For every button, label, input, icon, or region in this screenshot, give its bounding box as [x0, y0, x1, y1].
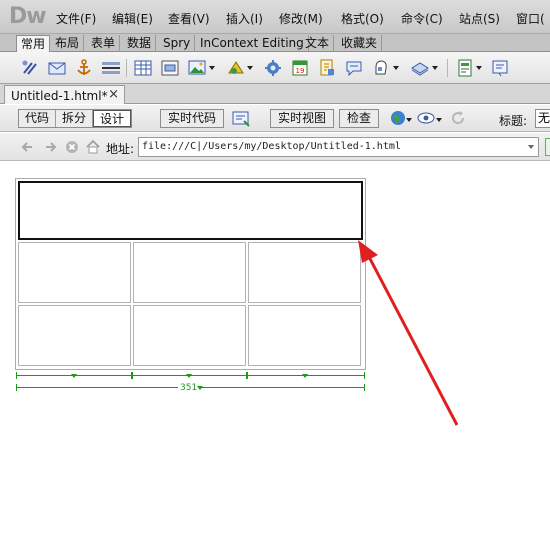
browser-compat-icon[interactable] — [231, 108, 251, 128]
table-cell[interactable] — [133, 305, 246, 366]
table-icon[interactable] — [133, 58, 153, 78]
preview-in-browser-icon[interactable] — [388, 108, 408, 128]
server-include-icon[interactable] — [317, 58, 337, 78]
design-table[interactable] — [15, 178, 366, 370]
comment-icon[interactable] — [344, 58, 364, 78]
preview-dropdown-icon[interactable] — [406, 118, 412, 122]
width-tick — [16, 384, 17, 391]
tab-layout[interactable]: 布局 — [51, 35, 85, 52]
head-dropdown-icon[interactable] — [393, 66, 399, 70]
document-toolbar: 代码 拆分 设计 实时代码 实时视图 检查 标题: 无 — [0, 105, 550, 132]
menu-commands[interactable]: 命令(C) — [401, 10, 443, 27]
visual-aids-icon[interactable] — [416, 108, 436, 128]
visual-aids-dropdown-icon[interactable] — [436, 118, 442, 122]
tab-text[interactable]: 文本 — [301, 35, 335, 52]
toolbar-separator — [126, 59, 127, 77]
home-icon[interactable] — [85, 139, 101, 155]
address-label: 地址: — [106, 142, 135, 156]
width-tick — [247, 372, 248, 379]
menu-site[interactable]: 站点(S) — [459, 10, 500, 27]
view-mode-group: 代码 拆分 设计 — [18, 109, 133, 128]
width-tick — [16, 372, 17, 379]
menu-format[interactable]: 格式(O) — [341, 10, 384, 27]
hyperlink-icon[interactable] — [20, 58, 40, 78]
column-header-menu-icon[interactable] — [302, 374, 308, 378]
tab-spry[interactable]: Spry — [159, 35, 196, 52]
design-canvas[interactable]: 351 — [0, 162, 550, 550]
width-tick — [132, 372, 133, 379]
date-icon[interactable]: 19 — [290, 58, 310, 78]
horizontal-rule-icon[interactable] — [101, 58, 121, 78]
tab-common[interactable]: 常用 — [16, 35, 51, 53]
named-anchor-icon[interactable] — [74, 58, 94, 78]
menu-edit[interactable]: 编辑(E) — [112, 10, 153, 27]
script-dropdown-icon[interactable] — [432, 66, 438, 70]
column-header-menu-icon[interactable] — [186, 374, 192, 378]
tab-forms[interactable]: 表单 — [87, 35, 121, 52]
svg-text:19: 19 — [296, 67, 305, 75]
column-header-menu-icon[interactable] — [71, 374, 77, 378]
address-input[interactable]: file:///C|/Users/my/Desktop/Untitled-1.h… — [138, 137, 539, 157]
templates-dropdown-icon[interactable] — [476, 66, 482, 70]
address-go-icon[interactable] — [545, 138, 550, 156]
inspect-button[interactable]: 检查 — [339, 109, 380, 128]
address-dropdown-icon[interactable] — [525, 139, 537, 155]
title-label: 标题: — [499, 114, 528, 128]
image-icon[interactable] — [187, 58, 207, 78]
media-icon[interactable] — [226, 58, 246, 78]
email-link-icon[interactable] — [47, 58, 67, 78]
refresh-icon[interactable] — [448, 108, 468, 128]
address-bar: 地址: file:///C|/Users/my/Desktop/Untitled… — [0, 133, 550, 161]
menu-window[interactable]: 窗口( — [516, 10, 545, 27]
script-icon[interactable] — [410, 58, 430, 78]
document-tab[interactable]: Untitled-1.html* × — [4, 85, 125, 104]
width-tick — [364, 384, 365, 391]
back-arrow-icon[interactable] — [20, 139, 36, 155]
live-code-button[interactable]: 实时代码 — [160, 109, 225, 128]
templates-icon[interactable] — [455, 58, 475, 78]
tag-chooser-icon[interactable] — [490, 58, 510, 78]
head-icon[interactable] — [371, 58, 391, 78]
code-view-button[interactable]: 代码 — [19, 110, 57, 127]
table-width-guides: 351 — [15, 371, 366, 397]
table-cell[interactable] — [18, 305, 131, 366]
insert-panel-tabs: 常用 布局 表单 数据 Spry InContext Editing 文本 收藏… — [0, 34, 550, 53]
design-view-button[interactable]: 设计 — [93, 110, 132, 127]
insert-toolbar: 19 — [0, 52, 550, 84]
tab-favorites[interactable]: 收藏夹 — [337, 35, 383, 52]
document-tab-label: Untitled-1.html* — [11, 89, 108, 103]
table-cell[interactable] — [248, 242, 361, 303]
table-header-menu-icon[interactable] — [197, 386, 203, 390]
live-view-button[interactable]: 实时视图 — [270, 109, 335, 128]
media-dropdown-icon[interactable] — [247, 66, 253, 70]
close-tab-icon[interactable]: × — [108, 87, 119, 102]
menu-bar: Dw 文件(F) 编辑(E) 查看(V) 插入(I) 修改(M) 格式(O) 命… — [0, 0, 550, 34]
widget-icon[interactable] — [263, 58, 283, 78]
toolbar-separator — [447, 59, 448, 77]
menu-file[interactable]: 文件(F) — [56, 10, 96, 27]
document-tab-bar: Untitled-1.html* × — [0, 84, 550, 104]
stop-icon[interactable] — [64, 139, 80, 155]
split-view-button[interactable]: 拆分 — [56, 110, 94, 127]
tab-data[interactable]: 数据 — [123, 35, 157, 52]
menu-insert[interactable]: 插入(I) — [226, 10, 263, 27]
dreamweaver-logo: Dw — [9, 4, 47, 29]
table-cell[interactable] — [248, 305, 361, 366]
merged-table-cell[interactable] — [18, 181, 363, 240]
table-width-label: 351 — [178, 383, 200, 393]
tab-incontext-editing[interactable]: InContext Editing — [196, 35, 309, 52]
menu-modify[interactable]: 修改(M) — [279, 10, 323, 27]
table-cell[interactable] — [133, 242, 246, 303]
image-dropdown-icon[interactable] — [209, 66, 215, 70]
table-cell[interactable] — [18, 242, 131, 303]
insert-div-icon[interactable] — [160, 58, 180, 78]
forward-arrow-icon[interactable] — [42, 139, 58, 155]
title-input[interactable]: 无 — [535, 109, 550, 128]
width-tick — [364, 372, 365, 379]
menu-view[interactable]: 查看(V) — [168, 10, 210, 27]
